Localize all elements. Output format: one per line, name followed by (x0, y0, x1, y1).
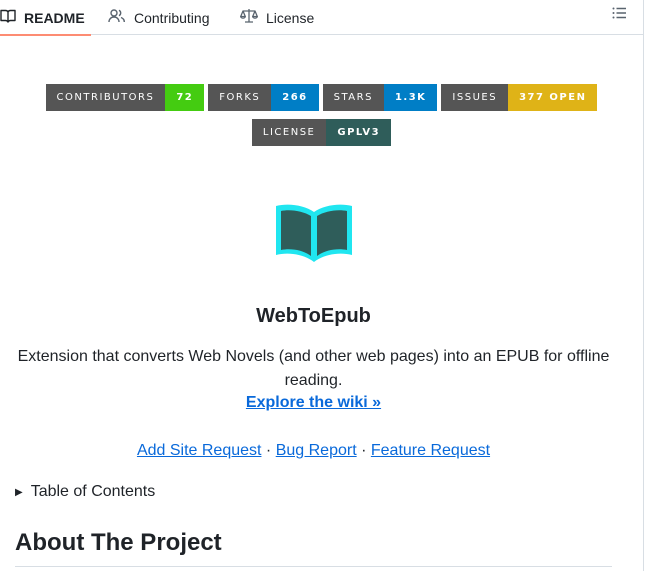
heading-divider (15, 566, 612, 567)
disclosure-triangle-icon: ▶ (15, 486, 23, 498)
list-unordered-icon (611, 5, 627, 26)
tab-license[interactable]: License (240, 0, 314, 35)
badge-value: 1.3K (383, 84, 438, 111)
link-separator: · (361, 442, 367, 459)
explore-wiki-link[interactable]: Explore the wiki » (246, 394, 381, 411)
open-book-icon (273, 202, 355, 269)
badge-label: STARS (322, 84, 384, 111)
law-scale-icon (240, 8, 266, 27)
badge-value: GPLV3 (326, 119, 392, 146)
badge-value: 377 OPEN (508, 84, 598, 111)
outline-toggle-button[interactable] (608, 4, 630, 26)
add-site-request-link[interactable]: Add Site Request (137, 442, 262, 459)
project-description: Extension that converts Web Novels (and … (17, 348, 610, 389)
badge-label: CONTRIBUTORS (45, 84, 166, 111)
badge-stars[interactable]: STARS 1.3K (322, 84, 438, 111)
badge-row: LICENSE GPLV3 (0, 119, 643, 146)
badge-license[interactable]: LICENSE GPLV3 (251, 119, 392, 146)
section-heading: About The Project (15, 529, 222, 556)
readme-panel-border (643, 0, 644, 571)
people-icon (108, 8, 134, 27)
toc-summary-label: Table of Contents (30, 483, 156, 500)
request-links: Add Site Request · Bug Report · Feature … (0, 442, 627, 460)
badge-value: 266 (271, 84, 319, 111)
tab-readme[interactable]: README (0, 0, 91, 36)
tab-contributing[interactable]: Contributing (108, 0, 210, 35)
book-icon (0, 8, 24, 27)
badge-row: CONTRIBUTORS 72 FORKS 266 STARS 1.3K ISS… (0, 84, 643, 111)
project-title: WebToEpub (256, 305, 371, 327)
tab-readme-label: README (24, 9, 85, 26)
table-of-contents-toggle[interactable]: ▶ Table of Contents (15, 483, 155, 501)
badge-contributors[interactable]: CONTRIBUTORS 72 (45, 84, 205, 111)
badge-label: ISSUES (441, 84, 509, 111)
badge-label: LICENSE (251, 119, 327, 146)
badge-issues[interactable]: ISSUES 377 OPEN (441, 84, 598, 111)
badge-forks[interactable]: FORKS 266 (208, 84, 319, 111)
badge-value: 72 (165, 84, 205, 111)
bug-report-link[interactable]: Bug Report (276, 442, 357, 459)
tab-contributing-label: Contributing (134, 9, 210, 26)
link-separator: · (265, 442, 272, 459)
readme-tab-bar: README Contributing License (0, 0, 643, 36)
feature-request-link[interactable]: Feature Request (371, 442, 490, 459)
tab-license-label: License (266, 9, 315, 26)
badge-label: FORKS (208, 84, 272, 111)
